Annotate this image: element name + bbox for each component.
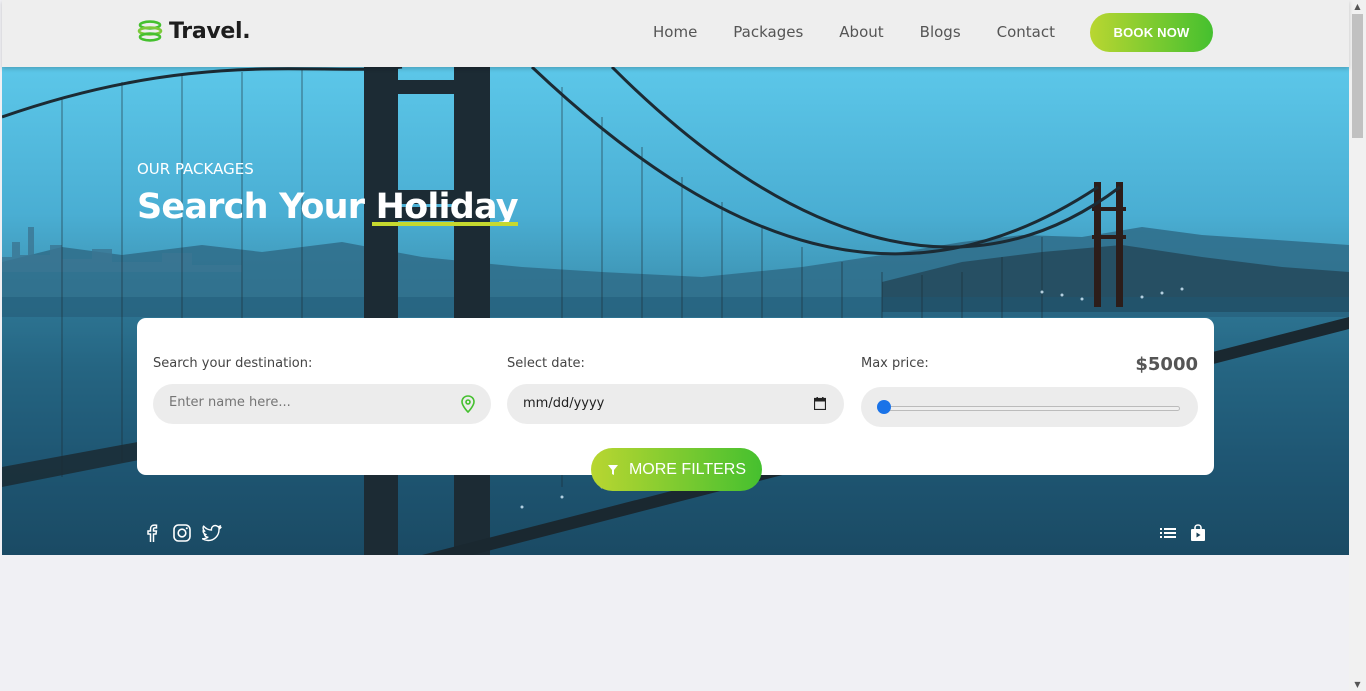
book-now-button[interactable]: BOOK NOW <box>1090 13 1213 52</box>
social-links <box>142 523 222 543</box>
facebook-icon[interactable] <box>142 523 162 543</box>
date-input-value[interactable]: mm/dd/yyyy <box>523 396 604 411</box>
date-label: Select date: <box>507 356 585 371</box>
map-pin-icon <box>461 395 475 413</box>
destination-field <box>153 384 491 424</box>
twitter-icon[interactable] <box>201 523 222 543</box>
hero-eyebrow: OUR PACKAGES <box>137 160 254 178</box>
page: Travel. Home Packages About Blogs Contac… <box>2 0 1349 691</box>
calendar-icon[interactable] <box>814 397 826 410</box>
filter-icon <box>607 464 618 475</box>
price-label: Max price: <box>861 356 929 371</box>
brand-logo[interactable]: Travel. <box>137 18 251 44</box>
scroll-up-arrow-icon[interactable]: ▲ <box>1353 2 1362 11</box>
nav-contact[interactable]: Contact <box>997 23 1055 41</box>
hero-title: Search Your Holiday <box>137 187 519 227</box>
price-value: $5000 <box>1135 354 1198 375</box>
price-slider-field <box>861 387 1198 427</box>
nav-home[interactable]: Home <box>653 23 697 41</box>
globe-logo-icon <box>137 20 163 42</box>
hero-section: OUR PACKAGES Search Your Holiday Search … <box>2 67 1349 555</box>
nav-blogs[interactable]: Blogs <box>920 23 961 41</box>
brand-name: Travel. <box>169 18 251 44</box>
list-icon[interactable] <box>1158 523 1178 543</box>
scroll-down-arrow-icon[interactable]: ▼ <box>1353 680 1362 689</box>
destination-label: Search your destination: <box>153 356 313 371</box>
more-filters-button[interactable]: MORE FILTERS <box>591 448 762 491</box>
main-nav: Home Packages About Blogs Contact <box>653 23 1091 41</box>
hero-title-prefix: Search Your <box>137 187 365 227</box>
page-scrollbar[interactable]: ▲ ▼ <box>1349 0 1366 691</box>
hero-title-highlight: Holiday <box>371 187 519 227</box>
shopping-bag-icon[interactable] <box>1188 523 1208 543</box>
destination-input[interactable] <box>169 395 449 410</box>
date-field[interactable]: mm/dd/yyyy <box>507 384 844 424</box>
nav-packages[interactable]: Packages <box>733 23 803 41</box>
price-slider-thumb[interactable] <box>877 400 891 414</box>
scroll-thumb[interactable] <box>1352 14 1363 138</box>
nav-about[interactable]: About <box>839 23 883 41</box>
site-header: Travel. Home Packages About Blogs Contac… <box>2 0 1349 67</box>
price-slider-track[interactable] <box>883 406 1180 411</box>
more-filters-label: MORE FILTERS <box>628 460 747 478</box>
utility-icons <box>1158 523 1208 543</box>
instagram-icon[interactable] <box>172 523 192 543</box>
